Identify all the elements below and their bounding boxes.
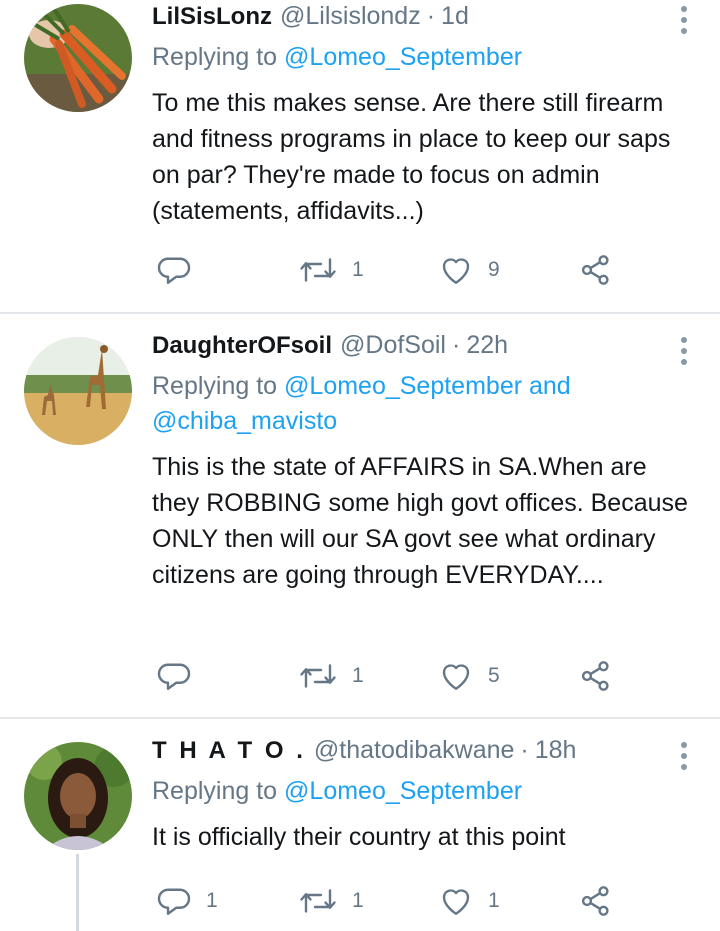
like-button[interactable]: 1 [438,883,500,919]
like-button[interactable]: 5 [438,658,500,694]
timestamp[interactable]: 18h [535,736,577,765]
mention-link[interactable]: @Lomeo_September [284,43,522,71]
author-name[interactable]: T H A T O . [152,737,306,765]
reply-button[interactable] [156,658,206,694]
author-handle[interactable]: @Lilsislondz [280,2,421,31]
avatar[interactable] [24,4,132,112]
retweet-count: 1 [352,889,364,912]
retweet-count: 1 [352,258,364,281]
retweet-button[interactable]: 1 [298,883,364,919]
retweet-button[interactable]: 1 [298,658,364,694]
heart-icon [442,889,470,915]
tweet-card[interactable]: DaughterOFsoil @DofSoil · 22h Replying t… [0,313,720,718]
reply-button[interactable] [156,252,206,288]
separator-dot: · [452,331,461,359]
replying-prefix: Replying to [152,43,278,71]
heart-icon [442,258,470,284]
author-handle[interactable]: @DofSoil [340,331,446,360]
mention-link[interactable]: @Lomeo_September [284,777,522,805]
retweet-icon [300,258,336,282]
like-count: 5 [488,664,500,687]
separator-dot: · [426,2,436,30]
share-button[interactable] [578,252,614,288]
reply-count: 1 [206,889,218,912]
avatar[interactable] [24,337,132,445]
timestamp[interactable]: 22h [466,331,508,360]
share-icon [581,886,609,916]
more-vertical-icon[interactable] [680,337,688,365]
replying-to: Replying to @Lomeo_September [152,774,700,809]
tweet-text: To me this makes sense. Are there still … [152,89,671,225]
avatar[interactable] [24,742,132,850]
replying-to: Replying to @Lomeo_September and @chiba_… [152,369,700,439]
share-icon [581,661,609,691]
replying-to: Replying to @Lomeo_September [152,40,700,75]
tweet-card[interactable]: T H A T O . @thatodibakwane · 18h Replyi… [0,718,720,931]
reply-icon [157,888,191,915]
retweet-icon [300,889,336,913]
reply-button[interactable]: 1 [156,883,218,919]
reply-icon [157,663,191,690]
more-vertical-icon[interactable] [680,742,688,770]
tweet-text: It is officially their country at this p… [152,823,566,851]
replying-and: and [529,372,571,400]
tweet-actions: 1 1 1 [152,883,622,923]
author-handle[interactable]: @thatodibakwane [314,736,515,765]
tweet-text: This is the state of AFFAIRS in SA.When … [152,453,688,589]
replying-prefix: Replying to [152,777,278,805]
tweet-actions: 1 9 [152,252,622,292]
retweet-button[interactable]: 1 [298,252,364,288]
tweet-card[interactable]: LilSisLonz @Lilsislondz · 1d Replying to… [0,0,720,313]
share-button[interactable] [578,883,614,919]
retweet-count: 1 [352,664,364,687]
replying-prefix: Replying to [152,372,278,400]
retweet-icon [300,664,336,688]
more-vertical-icon[interactable] [680,6,688,34]
tweet-actions: 1 5 [152,658,622,698]
share-button[interactable] [578,658,614,694]
like-count: 9 [488,258,500,281]
author-name[interactable]: LilSisLonz [152,3,272,31]
heart-icon [442,664,470,690]
timestamp[interactable]: 1d [441,2,469,31]
reply-icon [157,257,191,284]
mention-link[interactable]: @chiba_mavisto [152,407,337,435]
separator-dot: · [520,736,529,764]
mention-link[interactable]: @Lomeo_September [284,372,522,400]
like-count: 1 [488,889,500,912]
share-icon [581,255,609,285]
thread-line [76,854,79,931]
author-name[interactable]: DaughterOFsoil [152,332,332,360]
like-button[interactable]: 9 [438,252,500,288]
